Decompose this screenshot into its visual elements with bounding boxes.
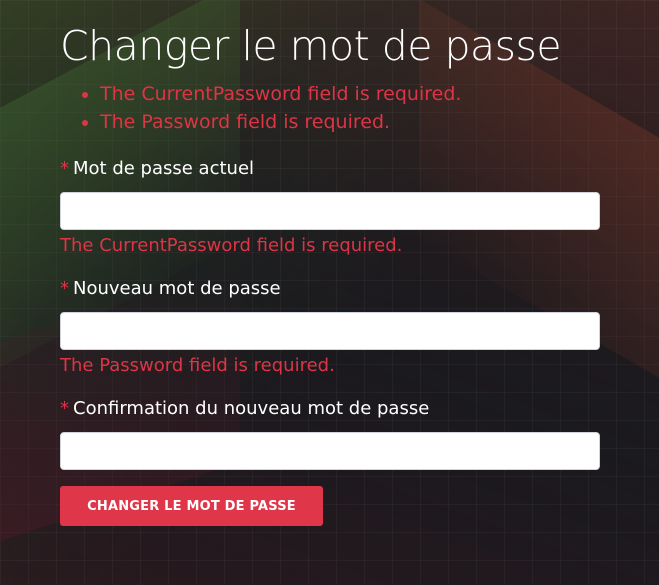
change-password-submit-button[interactable]: CHANGER LE MOT DE PASSE <box>60 486 323 526</box>
change-password-panel: Changer le mot de passe The CurrentPassw… <box>60 0 600 526</box>
new-password-label-text: Nouveau mot de passe <box>73 278 281 299</box>
new-password-input[interactable] <box>60 312 600 350</box>
required-marker: * <box>60 398 69 419</box>
change-password-form: * Mot de passe actuel The CurrentPassword… <box>60 156 600 526</box>
confirm-password-label: * Confirmation du nouveau mot de passe <box>60 396 600 422</box>
required-marker: * <box>60 278 69 299</box>
new-password-error: The Password field is required. <box>60 355 335 376</box>
current-password-error: The CurrentPassword field is required. <box>60 235 403 256</box>
required-marker: * <box>60 158 69 179</box>
current-password-label: * Mot de passe actuel <box>60 156 600 182</box>
confirm-password-label-text: Confirmation du nouveau mot de passe <box>73 398 430 419</box>
confirm-password-group: * Confirmation du nouveau mot de passe <box>60 396 600 470</box>
current-password-label-text: Mot de passe actuel <box>73 158 255 179</box>
page-title: Changer le mot de passe <box>60 22 562 70</box>
new-password-label: * Nouveau mot de passe <box>60 276 600 302</box>
new-password-group: * Nouveau mot de passe The Password field… <box>60 276 600 378</box>
validation-summary-item: The CurrentPassword field is required. <box>100 80 600 108</box>
current-password-group: * Mot de passe actuel The CurrentPassword… <box>60 156 600 258</box>
validation-summary: The CurrentPassword field is required. T… <box>60 80 600 136</box>
current-password-input[interactable] <box>60 192 600 230</box>
validation-summary-item: The Password field is required. <box>100 108 600 136</box>
confirm-password-input[interactable] <box>60 432 600 470</box>
